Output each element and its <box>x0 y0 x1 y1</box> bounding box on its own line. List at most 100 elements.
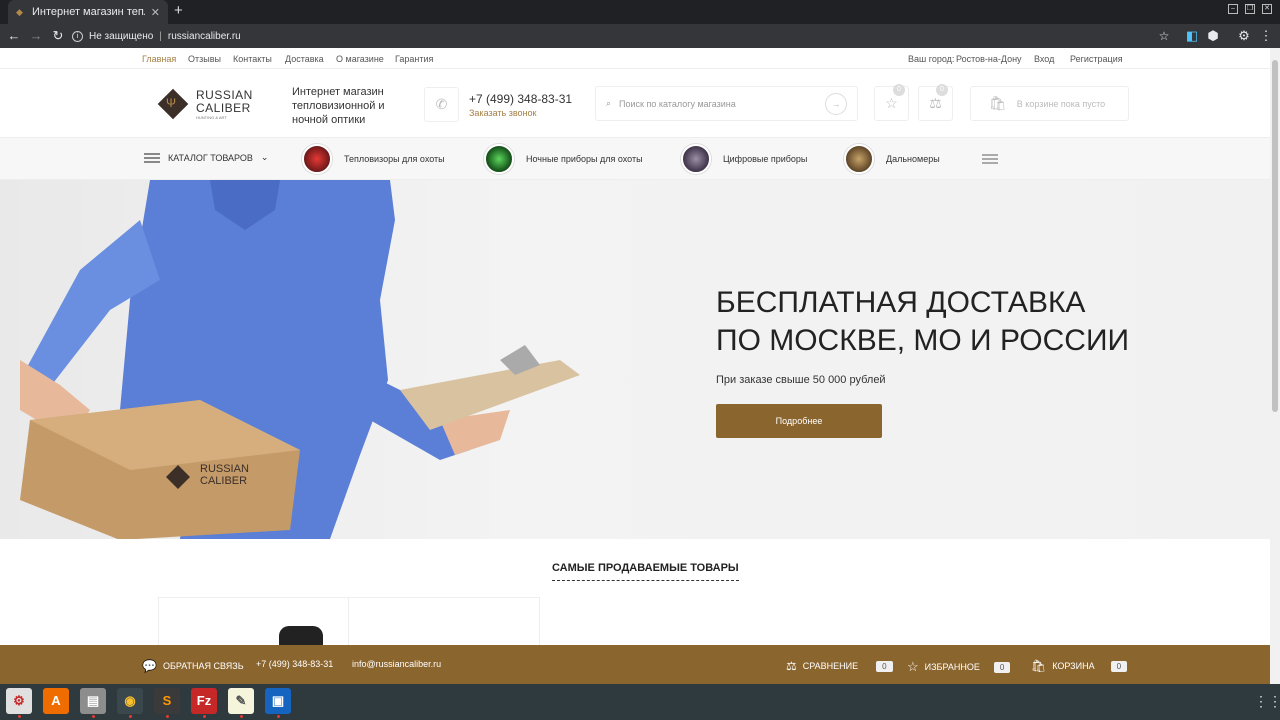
text-editor-icon[interactable]: ✎ <box>228 688 254 714</box>
logo-text-2: CALIBER <box>196 101 251 115</box>
favorites-count: 0 <box>993 661 1011 673</box>
footer-phone[interactable]: +7 (499) 348-83-31 <box>256 659 333 669</box>
toplink-home[interactable]: Главная <box>142 54 176 64</box>
footer-favorites[interactable]: ☆ ИЗБРАННОЕ 0 <box>907 659 1011 675</box>
security-label: Не защищено <box>89 30 154 42</box>
box-logo-text-2: CALIBER <box>200 475 247 487</box>
hero-title-line-2: ПО МОСКВЕ, МО И РОССИИ <box>716 324 1130 357</box>
running-indicator <box>240 715 243 718</box>
url-text: russiancaliber.ru <box>167 30 241 42</box>
chevron-down-icon: ⌄ <box>260 152 269 162</box>
settings-app-icon[interactable]: ⚙ <box>6 688 32 714</box>
close-tab-icon[interactable]: ✕ <box>151 6 160 19</box>
hero-title-line-1: БЕСПЛАТНАЯ ДОСТАВКА <box>716 286 1086 319</box>
logo-text-3: HUNTING & ART <box>196 115 227 120</box>
menu-item-rangefinders[interactable]: Дальномеры <box>844 144 940 174</box>
menu-item-night-vision[interactable]: Ночные приборы для охоты <box>484 144 643 174</box>
logo-text-1: RUSSIAN <box>196 88 253 102</box>
rangefinder-deer-icon <box>844 144 874 174</box>
cart-label: КОРЗИНА <box>1052 661 1095 671</box>
toplink-delivery[interactable]: Доставка <box>285 54 324 64</box>
running-indicator <box>18 715 21 718</box>
toplink-reviews[interactable]: Отзывы <box>188 54 221 64</box>
product-card[interactable] <box>158 597 349 648</box>
callback-link[interactable]: Заказать звонок <box>469 108 536 118</box>
browser-menu-icon[interactable]: ⋮ <box>1258 28 1274 44</box>
menu-item-label: Тепловизоры для охоты <box>344 154 445 164</box>
store-tagline: Интернет магазин тепловизионной и ночной… <box>292 86 385 126</box>
address-bar[interactable]: i Не защищено | russiancaliber.ru <box>72 27 1170 45</box>
extension-icon[interactable]: ◧ <box>1184 28 1200 44</box>
site-logo[interactable]: Ψ RUSSIAN CALIBER HUNTING & ART <box>157 87 258 121</box>
phone-icon: ✆ <box>424 87 459 122</box>
browser-tab[interactable]: ◆ Интернет магазин тепло ✕ <box>8 0 168 24</box>
shopping-bag-icon: 🛍 <box>1031 659 1047 673</box>
digital-boar-icon <box>681 144 711 174</box>
running-indicator <box>203 715 206 718</box>
menu-item-digital[interactable]: Цифровые приборы <box>681 144 807 174</box>
forward-arrow-icon[interactable]: → <box>28 28 44 44</box>
minimize-window-icon[interactable]: – <box>1228 4 1238 14</box>
cart-box[interactable]: 🛍 В корзине пока пусто <box>970 86 1129 121</box>
night-vision-icon <box>484 144 514 174</box>
toplink-contacts[interactable]: Контакты <box>233 54 272 64</box>
info-icon[interactable]: i <box>72 30 83 42</box>
browser-tabstrip <box>0 0 1280 24</box>
compare-count: 0 <box>876 660 893 672</box>
search-input[interactable]: Поиск по каталогу магазина <box>619 99 736 109</box>
favorites-badge: 0 <box>893 84 905 96</box>
image-viewer-icon[interactable]: ▣ <box>265 688 291 714</box>
scales-icon: ⚖ <box>786 659 797 673</box>
search-box[interactable]: ⌕ Поиск по каталогу магазина → <box>595 86 858 121</box>
footer-compare[interactable]: ⚖ СРАВНЕНИЕ 0 <box>786 659 893 673</box>
box-logo-text-1: RUSSIAN <box>200 463 249 475</box>
footer-cart[interactable]: 🛍 КОРЗИНА 0 <box>1031 659 1128 673</box>
extension-puzzle-icon[interactable]: ⚙ <box>1236 28 1252 44</box>
hero-title: БЕСПЛАТНАЯ ДОСТАВКА ПО МОСКВЕ, МО И РОСС… <box>716 284 1156 360</box>
feedback-label: ОБРАТНАЯ СВЯЗЬ <box>162 661 244 671</box>
sublime-text-icon[interactable]: S <box>154 688 180 714</box>
extension-cube-icon[interactable]: ⬢ <box>1205 28 1221 44</box>
filezilla-icon[interactable]: Fz <box>191 688 217 714</box>
catalog-label: КАТАЛОГ ТОВАРОВ <box>168 152 253 163</box>
file-manager-icon[interactable]: ▤ <box>80 688 106 714</box>
bestsellers-title[interactable]: САМЫЕ ПРОДАВАЕМЫЕ ТОВАРЫ <box>552 562 739 581</box>
more-menu-icon[interactable] <box>982 154 998 164</box>
city-selector[interactable]: Ростов-на-Дону <box>956 54 1022 64</box>
register-link[interactable]: Регистрация <box>1070 54 1123 64</box>
back-arrow-icon[interactable]: ← <box>6 28 22 44</box>
site-favicon-icon: ◆ <box>16 7 23 17</box>
software-center-icon[interactable]: A <box>43 688 69 714</box>
scrollbar-thumb[interactable] <box>1272 60 1278 412</box>
login-link[interactable]: Вход <box>1034 54 1054 64</box>
catalog-button[interactable]: КАТАЛОГ ТОВАРОВ ⌄ <box>144 152 268 163</box>
product-card[interactable] <box>349 597 540 645</box>
running-indicator <box>277 715 280 718</box>
menu-item-thermal[interactable]: Тепловизоры для охоты <box>302 144 445 174</box>
search-submit-icon[interactable]: → <box>825 92 847 115</box>
search-icon: ⌕ <box>606 98 612 108</box>
compare-badge: 0 <box>936 84 948 96</box>
footer-email[interactable]: info@russiancaliber.ru <box>352 659 441 669</box>
bookmark-star-icon[interactable]: ☆ <box>1156 28 1172 44</box>
address-separator: | <box>159 30 162 42</box>
reload-icon[interactable]: ↻ <box>50 28 66 44</box>
cart-bag-icon: 🛍 <box>989 95 1007 111</box>
close-window-icon[interactable]: ✕ <box>1262 4 1272 14</box>
antler-icon: Ψ <box>166 96 177 110</box>
running-indicator <box>166 715 169 718</box>
maximize-window-icon[interactable]: ❐ <box>1245 4 1255 14</box>
new-tab-button[interactable]: + <box>174 3 188 19</box>
chrome-icon[interactable]: ◉ <box>117 688 143 714</box>
menu-item-label: Дальномеры <box>886 154 940 164</box>
hero-more-button[interactable]: Подробнее <box>716 404 882 438</box>
app-grid-icon[interactable]: ⋮⋮ <box>1254 694 1280 708</box>
toplink-warranty[interactable]: Гарантия <box>395 54 433 64</box>
tab-title: Интернет магазин тепло <box>32 6 145 18</box>
header-phone[interactable]: +7 (499) 348-83-31 <box>469 92 572 106</box>
toplink-about[interactable]: О магазине <box>336 54 384 64</box>
thermal-deer-icon <box>302 144 332 174</box>
cart-count: 0 <box>1110 660 1128 672</box>
compare-label: СРАВНЕНИЕ <box>802 661 859 671</box>
feedback-link[interactable]: 💬 ОБРАТНАЯ СВЯЗЬ <box>142 659 244 673</box>
